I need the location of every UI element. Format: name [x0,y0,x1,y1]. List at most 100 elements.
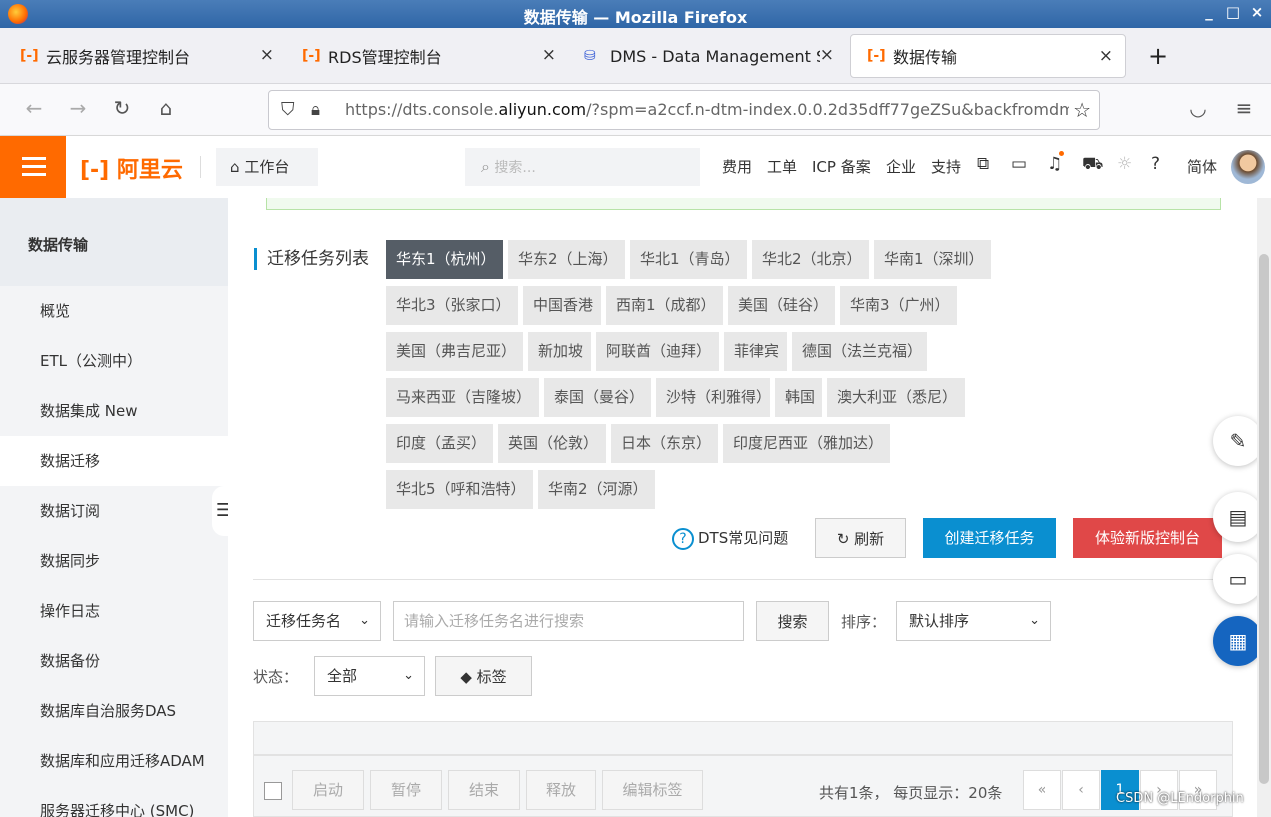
console-search[interactable]: ⌕ 搜索... [465,148,700,186]
tab-dts[interactable]: [-] 数据传输 × [850,34,1126,78]
region-button[interactable]: 印度尼西亚（雅加达） [723,424,890,463]
nav-enterprise[interactable]: 企业 [886,156,916,177]
new-console-button[interactable]: 体验新版控制台 [1073,518,1222,558]
region-button[interactable]: 中国香港 [523,286,601,325]
language-switch[interactable]: 简体 [1187,156,1217,177]
search-input[interactable]: 请输入迁移任务名进行搜索 [393,601,744,641]
home-icon[interactable]: ⌂ [152,96,180,120]
close-tab-icon[interactable]: × [542,45,556,65]
sidebar-item-overview[interactable]: 概览 [0,286,228,336]
sidebar-item-oplog[interactable]: 操作日志 [0,586,228,636]
nav-ticket[interactable]: 工单 [767,156,797,177]
hamburger-menu-icon[interactable] [0,136,66,198]
region-button[interactable]: 泰国（曼谷） [544,378,651,417]
tag-filter-button[interactable]: ◆ 标签 [435,656,532,696]
avatar[interactable] [1231,150,1265,184]
bookmark-star-icon[interactable]: ☆ [1069,91,1091,129]
pause-button[interactable]: 暂停 [370,770,442,810]
cloud-shell-icon[interactable]: ⧉ [977,154,989,174]
nav-billing[interactable]: 费用 [722,156,752,177]
close-window-button[interactable]: × [1246,3,1268,21]
cart-icon[interactable]: ⛟ [1082,154,1103,176]
nav-support[interactable]: 支持 [931,156,961,177]
apps-icon[interactable]: ▦ [1213,616,1263,666]
start-button[interactable]: 启动 [292,770,364,810]
sidebar-item-das[interactable]: 数据库自治服务DAS [0,686,228,736]
end-button[interactable]: 结束 [448,770,520,810]
region-button[interactable]: 华北2（北京） [752,240,869,279]
reload-icon[interactable]: ↻ [108,96,136,120]
refresh-button[interactable]: ↻ 刷新 [815,518,906,558]
filter-field-select[interactable]: 迁移任务名 ⌄ [253,601,381,641]
region-button[interactable]: 新加坡 [528,332,591,371]
lightbulb-icon[interactable]: ☼ [1117,154,1132,174]
workbench-button[interactable]: ⌂ 工作台 [216,148,318,186]
back-icon[interactable]: ← [20,96,48,120]
region-button[interactable]: 沙特（利雅得） [656,378,771,417]
region-button[interactable]: 华北1（青岛） [630,240,747,279]
region-button[interactable]: 韩国 [775,378,822,417]
sidebar-item-integration[interactable]: 数据集成 New [0,386,228,436]
sidebar-item-migration[interactable]: 数据迁移 [0,436,228,486]
close-tab-icon[interactable]: × [260,45,274,65]
tab-rds[interactable]: [-] RDS管理控制台 × [286,34,568,78]
address-bar[interactable]: ⛉ 🔒︎ https://dts.console.aliyun.com/?spm… [268,90,1100,130]
menu-icon[interactable]: ≡ [1230,96,1258,120]
sidebar-item-subscription[interactable]: 数据订阅 [0,486,228,536]
region-button[interactable]: 德国（法兰克福） [792,332,927,371]
tab-ecs[interactable]: [-] 云服务器管理控制台 × [4,34,286,78]
region-button[interactable]: 华东2（上海） [508,240,625,279]
sidebar-item-smc[interactable]: 服务器迁移中心 (SMC) [0,786,228,817]
sidebar-item-adam[interactable]: 数据库和应用迁移ADAM [0,736,228,786]
region-button[interactable]: 日本（东京） [611,424,718,463]
sort-select[interactable]: 默认排序 ⌄ [896,601,1051,641]
region-button[interactable]: 华南2（河源） [538,470,655,509]
window-title: 数据传输 — Mozilla Firefox [523,8,748,27]
search-button[interactable]: 搜索 [756,601,829,641]
select-all-checkbox[interactable] [264,782,282,800]
region-button[interactable]: 菲律宾 [724,332,787,371]
sidebar-item-sync[interactable]: 数据同步 [0,536,228,586]
search-input-placeholder: 请输入迁移任务名进行搜索 [404,612,585,630]
edit-tags-button[interactable]: 编辑标签 [602,770,703,810]
region-button[interactable]: 马来西亚（吉隆坡） [386,378,539,417]
status-select[interactable]: 全部 ⌄ [314,656,425,696]
chat-icon[interactable]: ▭ [1213,554,1263,604]
region-button[interactable]: 英国（伦敦） [498,424,606,463]
region-button[interactable]: 华南3（广州） [840,286,957,325]
release-button[interactable]: 释放 [526,770,596,810]
new-tab-button[interactable]: + [1132,34,1172,78]
region-button[interactable]: 华东1（杭州） [386,240,503,279]
region-button[interactable]: 美国（硅谷） [728,286,835,325]
scrollbar-thumb[interactable] [1259,254,1269,784]
region-button[interactable]: 华北5（呼和浩特） [386,470,533,509]
faq-link[interactable]: ? DTS常见问题 [672,527,788,550]
region-button[interactable]: 西南1（成都） [606,286,723,325]
aliyun-logo[interactable]: [-] 阿里云 [80,152,183,184]
tab-dms[interactable]: ⛁ DMS - Data Management Se × [568,34,846,78]
close-tab-icon[interactable]: × [1099,46,1113,66]
terminal-icon[interactable]: ▭ [1011,154,1027,174]
pocket-icon[interactable]: ◡ [1184,96,1212,120]
close-tab-icon[interactable]: × [820,45,834,65]
region-button[interactable]: 印度（孟买） [386,424,493,463]
nav-icp[interactable]: ICP 备案 [812,156,871,177]
region-button[interactable]: 美国（弗吉尼亚） [386,332,523,371]
divider [200,156,201,178]
create-task-button[interactable]: 创建迁移任务 [923,518,1056,558]
first-page-button[interactable]: « [1023,770,1061,810]
region-button[interactable]: 阿联酋（迪拜） [596,332,719,371]
bell-icon[interactable]: ♫ [1047,154,1062,174]
sidebar-item-etl[interactable]: ETL（公测中） [0,336,228,386]
region-button[interactable]: 华北3（张家口） [386,286,518,325]
maximize-button[interactable]: □ [1222,3,1244,21]
minimize-button[interactable]: _ [1198,3,1220,21]
docs-icon[interactable]: ▤ [1213,492,1263,542]
region-button[interactable]: 澳大利亚（悉尼） [827,378,965,417]
help-icon[interactable]: ? [1151,154,1160,174]
sidebar-item-backup[interactable]: 数据备份 [0,636,228,686]
edit-icon[interactable]: ✎ [1213,416,1263,466]
prev-page-button[interactable]: ‹ [1062,770,1100,810]
region-button[interactable]: 华南1（深圳） [874,240,991,279]
forward-icon[interactable]: → [64,96,92,120]
